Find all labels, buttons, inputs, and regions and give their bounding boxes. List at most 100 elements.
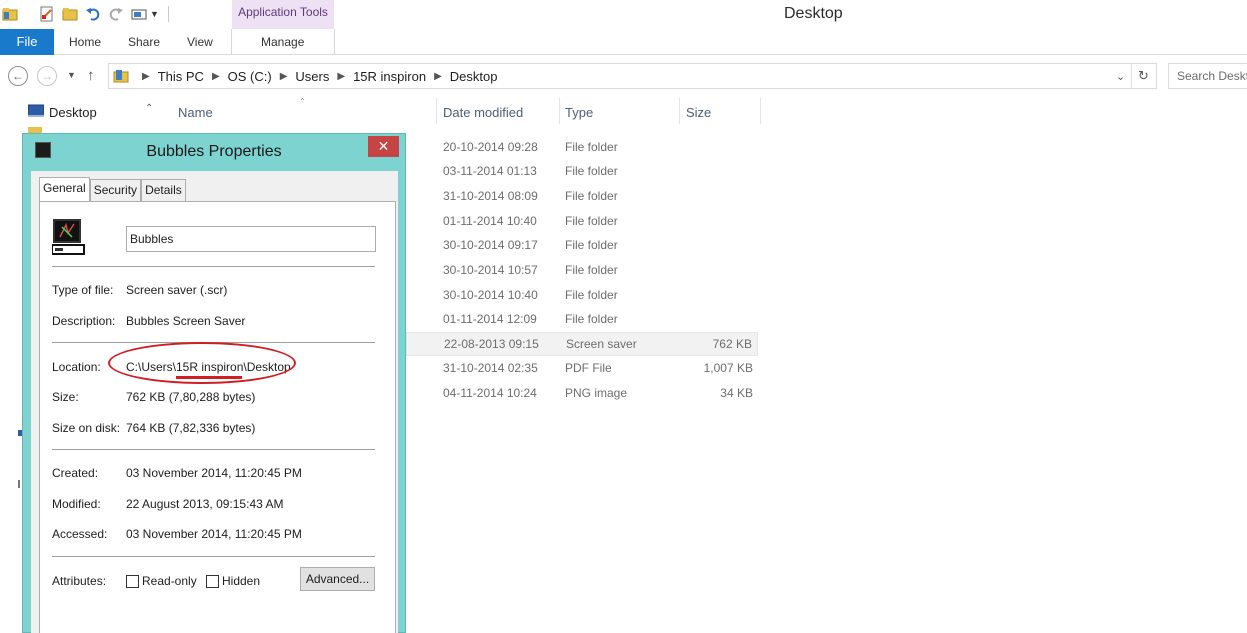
type-label: Type of file: bbox=[52, 283, 114, 297]
forward-button[interactable]: → bbox=[37, 66, 57, 86]
tab-general[interactable]: General bbox=[39, 177, 90, 201]
row-size: 1,007 KB bbox=[703, 361, 753, 375]
tab-view[interactable]: View bbox=[187, 29, 213, 55]
row-type: File folder bbox=[565, 214, 618, 228]
table-row[interactable]: 31-10-2014 08:09 File folder bbox=[406, 185, 758, 209]
accessed-label: Accessed: bbox=[52, 527, 108, 541]
row-date: 20-10-2014 09:28 bbox=[443, 140, 538, 154]
size-on-disk-label: Size on disk: bbox=[52, 421, 121, 435]
hidden-checkbox[interactable]: Hidden bbox=[206, 574, 260, 588]
file-name-field[interactable]: Bubbles bbox=[126, 226, 376, 252]
tab-security[interactable]: Security bbox=[89, 179, 142, 201]
desktop-icon bbox=[27, 104, 45, 121]
breadcrumb-15r-inspiron[interactable]: 15R inspiron bbox=[353, 69, 426, 84]
checkbox-box[interactable] bbox=[126, 574, 139, 588]
table-row[interactable]: 30-10-2014 10:40 File folder bbox=[406, 284, 758, 308]
row-type: File folder bbox=[565, 288, 618, 302]
close-button[interactable]: ✕ bbox=[368, 136, 399, 157]
back-button[interactable]: ← bbox=[8, 66, 28, 86]
quick-access-toolbar: ▼ bbox=[2, 5, 169, 23]
customize-dropdown-icon[interactable]: ▼ bbox=[150, 9, 159, 19]
row-type: File folder bbox=[565, 312, 618, 326]
address-bar[interactable]: ▶ This PC ▶ OS (C:) ▶ Users ▶ 15R inspir… bbox=[108, 63, 1157, 89]
dialog-tabs: General Security Details bbox=[39, 177, 186, 201]
table-row[interactable]: 01-11-2014 10:40 File folder bbox=[406, 210, 758, 234]
table-row-selected[interactable]: 22-08-2013 09:15 Screen saver 762 KB bbox=[406, 332, 758, 356]
new-folder-icon[interactable] bbox=[62, 6, 78, 22]
up-arrow-icon[interactable]: ↑ bbox=[87, 67, 95, 84]
breadcrumb-desktop[interactable]: Desktop bbox=[450, 69, 498, 84]
toolbar-divider bbox=[167, 6, 169, 22]
row-date: 01-11-2014 10:40 bbox=[443, 214, 537, 228]
row-type: Screen saver bbox=[566, 337, 637, 351]
tab-file[interactable]: File bbox=[0, 29, 54, 55]
sidebar-item-desktop[interactable]: Desktop bbox=[27, 104, 97, 121]
breadcrumb-separator-icon[interactable]: ▶ bbox=[337, 69, 345, 84]
description-label: Description: bbox=[52, 314, 116, 328]
size-on-disk-value: 764 KB (7,82,336 bytes) bbox=[126, 421, 256, 435]
this-pc-icon bbox=[113, 68, 129, 87]
breadcrumb-separator-icon: ▶ bbox=[142, 71, 150, 82]
close-icon: ✕ bbox=[377, 138, 390, 154]
tab-home[interactable]: Home bbox=[69, 29, 101, 55]
table-row[interactable]: 31-10-2014 02:35 PDF File 1,007 KB bbox=[406, 357, 758, 381]
row-type: File folder bbox=[565, 263, 618, 277]
column-header-type[interactable]: Type bbox=[565, 105, 593, 120]
checkbox-box[interactable] bbox=[206, 574, 219, 588]
readonly-checkbox[interactable]: Read-only bbox=[126, 574, 197, 588]
row-size: 34 KB bbox=[720, 386, 753, 400]
created-value: 03 November 2014, 11:20:45 PM bbox=[126, 466, 302, 480]
advanced-button[interactable]: Advanced... bbox=[300, 567, 375, 591]
table-row[interactable]: 30-10-2014 10:57 File folder bbox=[406, 259, 758, 283]
breadcrumb-separator-icon[interactable]: ▶ bbox=[434, 69, 442, 84]
description-value: Bubbles Screen Saver bbox=[126, 314, 246, 328]
undo-icon[interactable] bbox=[85, 6, 101, 22]
readonly-label: Read-only bbox=[142, 574, 197, 588]
forward-arrow-icon: → bbox=[41, 69, 53, 83]
divider bbox=[52, 449, 375, 450]
column-divider[interactable] bbox=[436, 98, 437, 124]
hidden-label: Hidden bbox=[222, 574, 261, 588]
column-header-name[interactable]: Name bbox=[178, 105, 213, 120]
table-row[interactable]: 03-11-2014 01:13 File folder bbox=[406, 160, 758, 184]
row-date: 04-11-2014 10:24 bbox=[443, 386, 537, 400]
row-date: 31-10-2014 02:35 bbox=[443, 361, 538, 375]
column-divider[interactable] bbox=[559, 98, 560, 124]
column-header-size[interactable]: Size bbox=[686, 105, 711, 120]
navpane-scroll-up-icon[interactable]: ⌃ bbox=[145, 103, 153, 114]
table-row[interactable]: 20-10-2014 09:28 File folder bbox=[406, 136, 758, 160]
accessed-value: 03 November 2014, 11:20:45 PM bbox=[126, 527, 302, 541]
breadcrumb-users[interactable]: Users bbox=[295, 69, 329, 84]
table-row[interactable]: 04-11-2014 10:24 PNG image 34 KB bbox=[406, 382, 758, 406]
refresh-icon[interactable]: ↻ bbox=[1138, 68, 1149, 84]
recent-locations-icon[interactable]: ▼ bbox=[67, 70, 76, 80]
breadcrumb-separator-icon[interactable]: ▶ bbox=[280, 69, 288, 84]
properties-icon[interactable] bbox=[39, 6, 55, 22]
breadcrumb-separator-icon[interactable]: ▶ bbox=[212, 69, 220, 84]
table-row[interactable]: 01-11-2014 12:09 File folder bbox=[406, 308, 758, 332]
tab-details[interactable]: Details bbox=[141, 179, 186, 201]
row-date: 31-10-2014 08:09 bbox=[443, 189, 538, 203]
column-header-date[interactable]: Date modified bbox=[443, 105, 523, 120]
title-bar: ▼ Application Tools Desktop bbox=[0, 0, 1247, 29]
breadcrumb-this-pc[interactable]: This PC bbox=[158, 69, 204, 84]
screensaver-icon bbox=[51, 219, 85, 257]
column-divider[interactable] bbox=[679, 98, 680, 124]
row-size: 762 KB bbox=[712, 337, 752, 351]
tab-share[interactable]: Share bbox=[128, 29, 160, 55]
dialog-body: General Security Details Bubbles Type of… bbox=[31, 171, 398, 633]
modified-value: 22 August 2013, 09:15:43 AM bbox=[126, 497, 284, 511]
search-input[interactable]: Search Desktop bbox=[1168, 63, 1247, 89]
table-row[interactable]: 30-10-2014 09:17 File folder bbox=[406, 234, 758, 258]
redo-icon[interactable] bbox=[108, 6, 124, 22]
address-divider bbox=[1131, 64, 1132, 88]
breadcrumb: ▶ This PC ▶ OS (C:) ▶ Users ▶ 15R inspir… bbox=[134, 69, 497, 84]
column-divider[interactable] bbox=[760, 98, 761, 124]
tab-manage[interactable]: Manage bbox=[261, 29, 304, 55]
size-value: 762 KB (7,80,288 bytes) bbox=[126, 390, 256, 404]
row-date: 01-11-2014 12:09 bbox=[443, 312, 537, 326]
rename-icon[interactable] bbox=[131, 6, 147, 22]
breadcrumb-os-c[interactable]: OS (C:) bbox=[228, 69, 272, 84]
address-dropdown-icon[interactable]: ⌄ bbox=[1116, 70, 1125, 83]
row-date: 30-10-2014 10:57 bbox=[443, 263, 538, 277]
